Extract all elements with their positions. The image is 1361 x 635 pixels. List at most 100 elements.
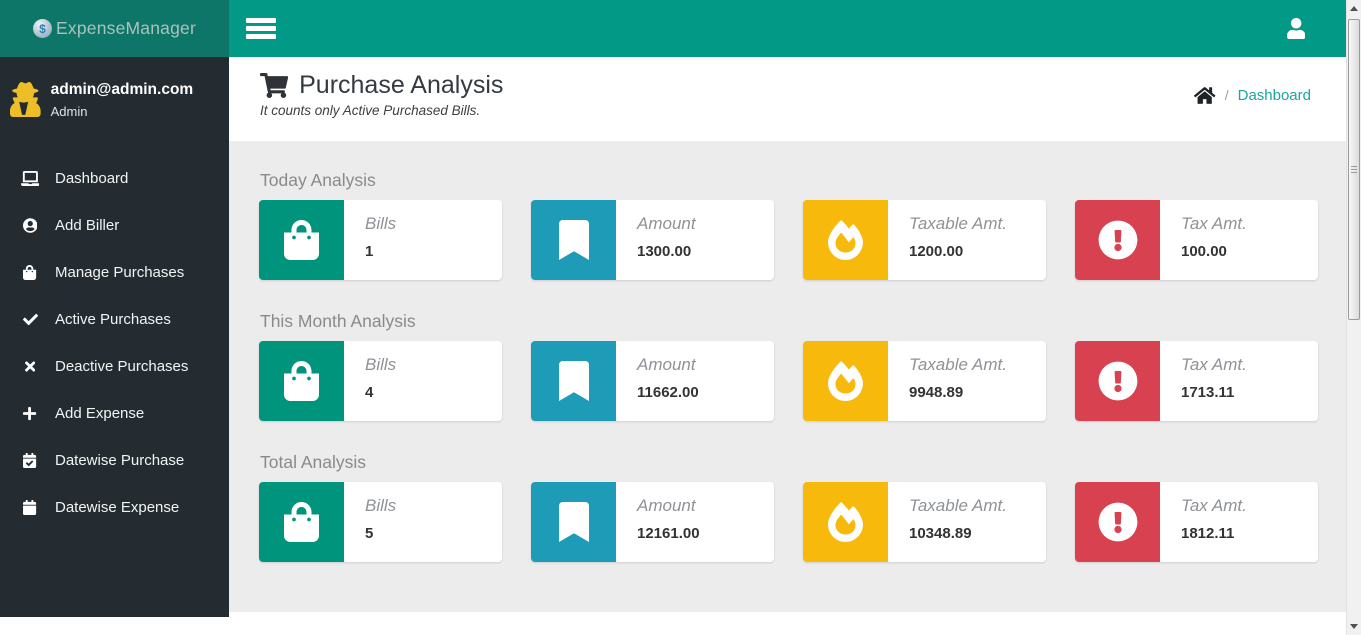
sidebar-item[interactable]: Active Purchases <box>0 296 229 343</box>
exclamation-circle-icon <box>1075 482 1160 562</box>
account-menu-button[interactable] <box>1287 0 1305 57</box>
card-label: Amount <box>637 214 696 233</box>
sidebar-item[interactable]: Add Expense <box>0 390 229 437</box>
card-grid: Bills 5 Amount 12161.00 <box>259 482 1318 562</box>
card-value: 11662.00 <box>637 384 699 402</box>
plus-icon <box>19 406 41 421</box>
calendar-check-icon <box>19 453 41 468</box>
analysis-card: Taxable Amt. 9948.89 <box>803 341 1046 421</box>
user-email: admin@admin.com <box>51 81 194 99</box>
times-icon <box>19 359 41 374</box>
analysis-card: Amount 1300.00 <box>531 200 774 280</box>
sidebar-toggle-button[interactable] <box>238 6 284 51</box>
sidebar-item-label: Add Biller <box>55 217 119 234</box>
bookmark-icon <box>531 482 616 562</box>
laptop-icon <box>19 171 41 186</box>
brand-logo-link[interactable]: $ ExpenseManager <box>0 0 229 57</box>
section-title: Today Analysis <box>260 170 1316 190</box>
card-label: Taxable Amt. <box>909 496 1007 515</box>
breadcrumb: / Dashboard <box>1194 84 1311 106</box>
sidebar-item[interactable]: Deactive Purchases <box>0 343 229 390</box>
shopping-bag-icon <box>259 482 344 562</box>
section-title: Total Analysis <box>260 452 1316 472</box>
card-value: 1300.00 <box>637 243 696 261</box>
triangle-down-icon <box>1350 624 1358 629</box>
sidebar-item-label: Datewise Purchase <box>55 452 184 469</box>
shopping-bag-icon <box>19 265 41 280</box>
fire-icon <box>803 482 888 562</box>
card-value: 4 <box>365 384 396 402</box>
sidebar: admin@admin.com Admin Dashboard Add Bill… <box>0 57 229 617</box>
shopping-bag-icon <box>259 341 344 421</box>
card-value: 9948.89 <box>909 384 1007 402</box>
card-value: 5 <box>365 525 396 543</box>
card-label: Amount <box>637 355 699 374</box>
card-value: 12161.00 <box>637 525 700 543</box>
dollar-coin-icon: $ <box>33 19 52 38</box>
sidebar-item-label: Deactive Purchases <box>55 358 188 375</box>
scrollbar-grip <box>1351 166 1357 173</box>
card-label: Bills <box>365 214 396 233</box>
bars-icon <box>246 18 276 23</box>
sidebar-item-label: Active Purchases <box>55 311 171 328</box>
analysis-card: Tax Amt. 1812.11 <box>1075 482 1318 562</box>
section-title: This Month Analysis <box>260 311 1316 331</box>
breadcrumb-home-link[interactable] <box>1194 86 1215 105</box>
expense-manager-app: $ ExpenseManager admin@admin.com Admin <box>0 0 1361 635</box>
analysis-section: Total Analysis Bills 5 <box>229 452 1346 562</box>
breadcrumb-dashboard-link[interactable]: Dashboard <box>1238 87 1311 104</box>
analysis-card: Tax Amt. 1713.11 <box>1075 341 1318 421</box>
sidebar-item-label: Manage Purchases <box>55 264 184 281</box>
shopping-cart-icon <box>260 73 299 98</box>
bookmark-icon <box>531 341 616 421</box>
card-label: Tax Amt. <box>1181 355 1247 374</box>
analysis-card: Taxable Amt. 10348.89 <box>803 482 1046 562</box>
vertical-scrollbar[interactable] <box>1346 0 1361 635</box>
card-grid: Bills 1 Amount 1300.00 <box>259 200 1318 280</box>
analysis-card: Taxable Amt. 1200.00 <box>803 200 1046 280</box>
fire-icon <box>803 341 888 421</box>
card-label: Tax Amt. <box>1181 496 1247 515</box>
card-label: Taxable Amt. <box>909 355 1007 374</box>
user-role: Admin <box>51 104 194 119</box>
check-icon <box>19 312 41 327</box>
analysis-card: Amount 11662.00 <box>531 341 774 421</box>
scrollbar-thumb[interactable] <box>1348 19 1360 320</box>
sidebar-item[interactable]: Datewise Purchase <box>0 437 229 484</box>
page-subtitle: It counts only Active Purchased Bills. <box>229 103 1346 118</box>
sidebar-item[interactable]: Add Biller <box>0 202 229 249</box>
card-grid: Bills 4 Amount 11662.00 <box>259 341 1318 421</box>
card-value: 1 <box>365 243 396 261</box>
exclamation-circle-icon <box>1075 200 1160 280</box>
sidebar-item[interactable]: Datewise Expense <box>0 484 229 531</box>
shopping-bag-icon <box>259 200 344 280</box>
exclamation-circle-icon <box>1075 341 1160 421</box>
card-value: 1200.00 <box>909 243 1007 261</box>
analysis-card: Bills 4 <box>259 341 502 421</box>
page-title: Purchase Analysis <box>299 71 503 100</box>
user-circle-icon <box>19 218 41 233</box>
scroll-down-button[interactable] <box>1347 618 1361 635</box>
card-label: Amount <box>637 496 700 515</box>
analysis-section: Today Analysis Bills 1 <box>229 170 1346 280</box>
analysis-card: Tax Amt. 100.00 <box>1075 200 1318 280</box>
sidebar-item[interactable]: Manage Purchases <box>0 249 229 296</box>
calendar-icon <box>19 500 41 515</box>
analysis-card: Amount 12161.00 <box>531 482 774 562</box>
content-header: Purchase Analysis It counts only Active … <box>229 57 1346 141</box>
fire-icon <box>803 200 888 280</box>
analysis-card: Bills 1 <box>259 200 502 280</box>
content-area: Today Analysis Bills 1 <box>229 141 1346 612</box>
sidebar-menu: Dashboard Add Biller Manage Purchases <box>0 155 229 531</box>
card-value: 1713.11 <box>1181 384 1247 402</box>
sidebar-item-label: Dashboard <box>55 170 128 187</box>
breadcrumb-separator: / <box>1225 87 1229 103</box>
sidebar-item[interactable]: Dashboard <box>0 155 229 202</box>
card-label: Tax Amt. <box>1181 214 1247 233</box>
sidebar-item-label: Datewise Expense <box>55 499 179 516</box>
sidebar-item-label: Add Expense <box>55 405 144 422</box>
card-value: 1812.11 <box>1181 525 1247 543</box>
analysis-section: This Month Analysis Bills 4 <box>229 311 1346 421</box>
home-icon <box>1194 86 1215 105</box>
scroll-up-button[interactable] <box>1347 0 1361 17</box>
